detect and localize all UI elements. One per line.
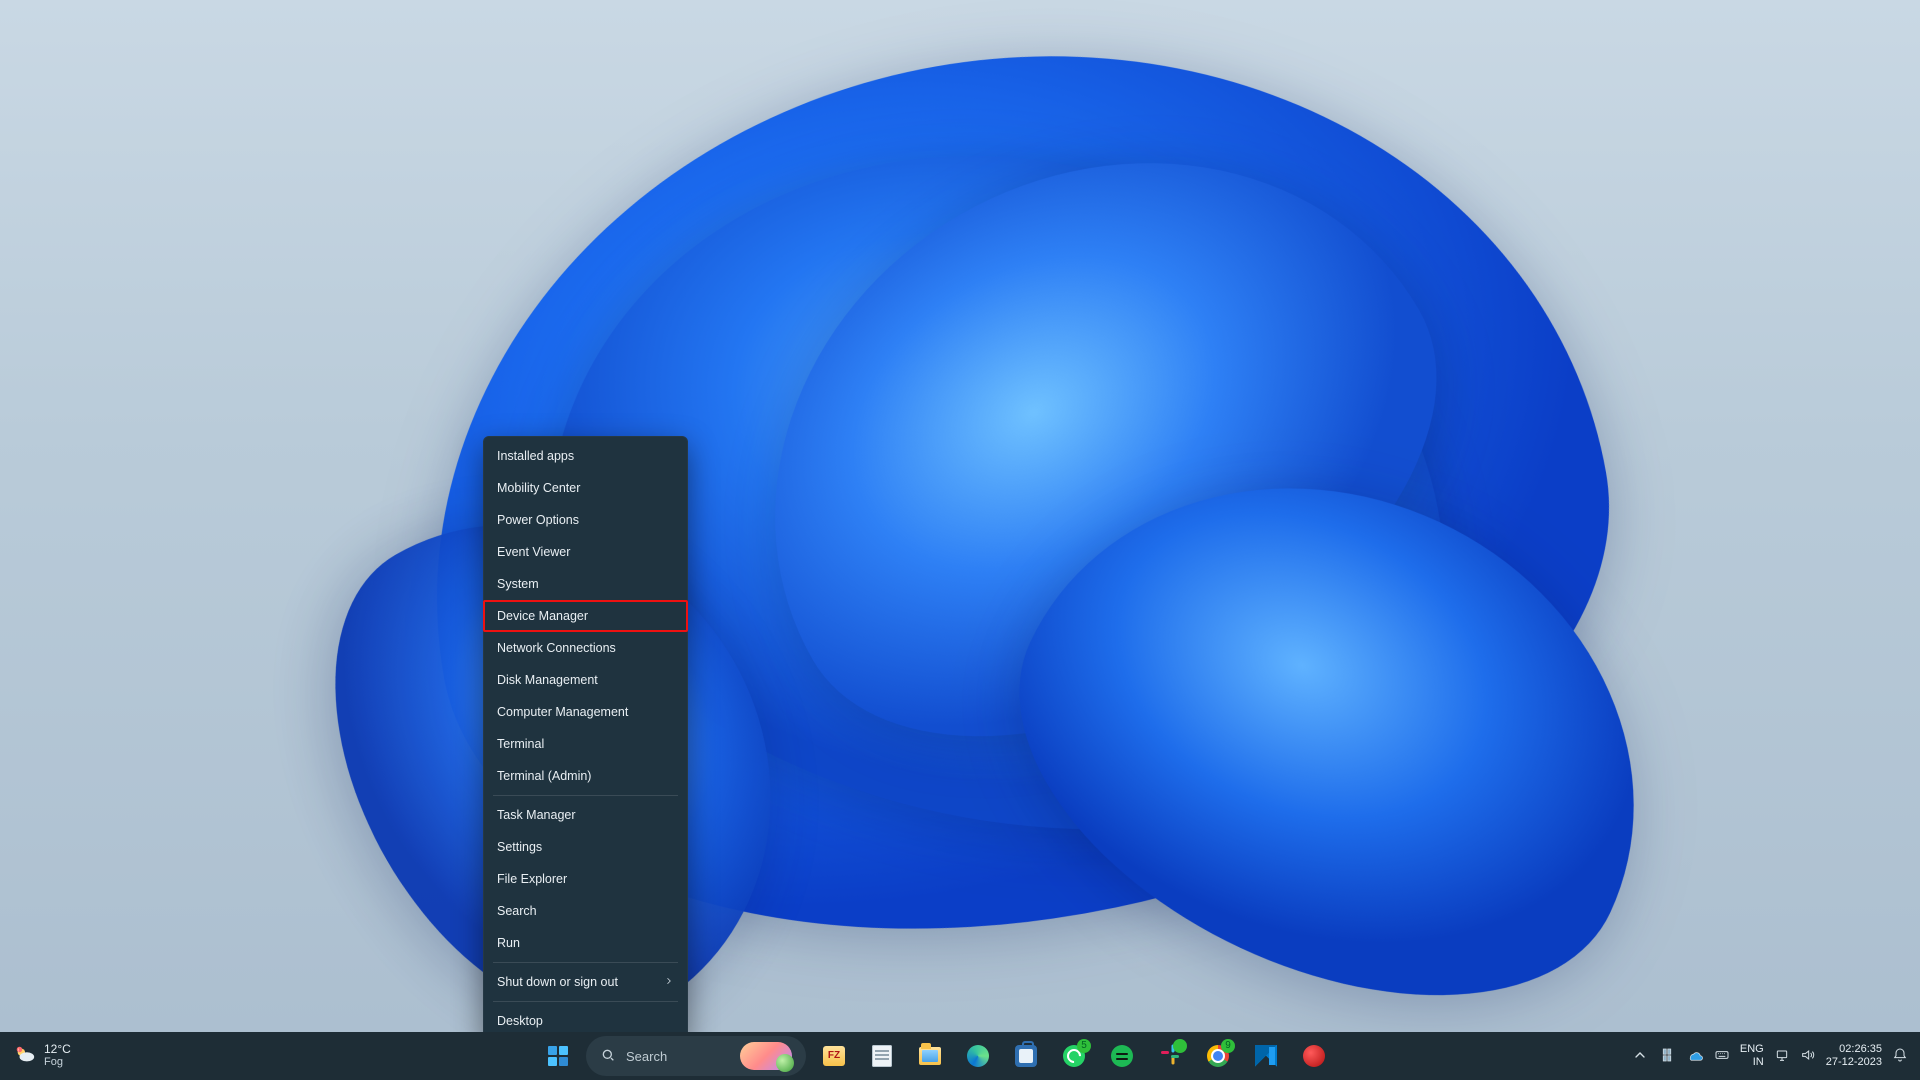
badge	[1173, 1039, 1187, 1053]
vscode-icon	[1255, 1045, 1277, 1067]
notifications-icon[interactable]	[1892, 1047, 1908, 1066]
winx-settings[interactable]: Settings	[483, 831, 688, 863]
winx-computer-management[interactable]: Computer Management	[483, 696, 688, 728]
widgets-button[interactable]: ! 12°C Fog	[6, 1036, 79, 1076]
winx-item-label: Task Manager	[497, 806, 576, 824]
whatsapp-button[interactable]: 5	[1054, 1036, 1094, 1076]
weather-temp: 12°C	[44, 1043, 71, 1056]
spotify-icon	[1111, 1045, 1133, 1067]
winx-item-label: System	[497, 575, 539, 593]
winx-item-label: Search	[497, 902, 537, 920]
winx-network-connections[interactable]: Network Connections	[483, 632, 688, 664]
start-icon	[548, 1046, 568, 1066]
winx-item-label: Settings	[497, 838, 542, 856]
edge-icon	[967, 1045, 989, 1067]
winx-item-label: Installed apps	[497, 447, 574, 465]
input-language-secondary: IN	[1740, 1056, 1764, 1069]
store-icon	[1015, 1045, 1037, 1067]
clock-button[interactable]: 02:26:35 27-12-2023	[1826, 1043, 1882, 1069]
winx-disk-management[interactable]: Disk Management	[483, 664, 688, 696]
badge: 5	[1077, 1039, 1091, 1053]
weather-condition: Fog	[44, 1056, 71, 1069]
start-button[interactable]	[538, 1036, 578, 1076]
winx-power-options[interactable]: Power Options	[483, 504, 688, 536]
winx-item-label: Computer Management	[497, 703, 628, 721]
winx-item-label: Terminal	[497, 735, 544, 753]
winx-event-viewer[interactable]: Event Viewer	[483, 536, 688, 568]
edge-button[interactable]	[958, 1036, 998, 1076]
search-icon	[600, 1047, 616, 1066]
store-button[interactable]	[1006, 1036, 1046, 1076]
winx-separator	[493, 795, 678, 796]
winx-item-label: File Explorer	[497, 870, 567, 888]
winx-system[interactable]: System	[483, 568, 688, 600]
settings-icon	[1350, 1043, 1374, 1070]
winx-file-explorer[interactable]: File Explorer	[483, 863, 688, 895]
network-icon[interactable]	[1774, 1047, 1790, 1066]
vscode-button[interactable]	[1246, 1036, 1286, 1076]
winx-mobility-center[interactable]: Mobility Center	[483, 472, 688, 504]
winx-item-label: Device Manager	[497, 607, 588, 625]
chrome-button[interactable]: 9	[1198, 1036, 1238, 1076]
fz-icon	[823, 1046, 845, 1066]
winx-menu: Installed apps Mobility Center Power Optio…	[483, 436, 688, 1041]
input-language-primary: ENG	[1740, 1043, 1764, 1056]
winx-item-label: Disk Management	[497, 671, 598, 689]
taskbar-search[interactable]: Search	[586, 1036, 806, 1076]
winx-installed-apps[interactable]: Installed apps	[483, 440, 688, 472]
winx-run[interactable]: Run	[483, 927, 688, 959]
winx-terminal[interactable]: Terminal	[483, 728, 688, 760]
filezilla-button[interactable]	[814, 1036, 854, 1076]
winx-separator	[493, 1001, 678, 1002]
red-icon	[1303, 1045, 1325, 1067]
file-explorer-button[interactable]	[910, 1036, 950, 1076]
winx-item-label: Network Connections	[497, 639, 616, 657]
notepad-icon	[872, 1045, 892, 1067]
winx-device-manager[interactable]: Device Manager	[483, 600, 688, 632]
volume-icon[interactable]	[1800, 1047, 1816, 1066]
winx-item-label: Terminal (Admin)	[497, 767, 591, 785]
badge: 9	[1221, 1039, 1235, 1053]
winx-task-manager[interactable]: Task Manager	[483, 799, 688, 831]
winx-item-label: Power Options	[497, 511, 579, 529]
search-placeholder: Search	[626, 1049, 667, 1064]
tray-chevron-up-icon[interactable]	[1632, 1047, 1648, 1066]
winx-item-label: Run	[497, 934, 520, 952]
svg-text:!: !	[18, 1047, 19, 1052]
winx-search[interactable]: Search	[483, 895, 688, 927]
input-language-button[interactable]: ENG IN	[1740, 1043, 1764, 1069]
wallpaper-bloom	[0, 0, 1920, 1080]
chevron-right-icon	[664, 973, 674, 991]
slack-button[interactable]	[1150, 1036, 1190, 1076]
explorer-icon	[919, 1047, 941, 1065]
search-highlight-art	[740, 1042, 792, 1070]
winx-separator	[493, 962, 678, 963]
winx-item-label: Desktop	[497, 1012, 543, 1030]
taskbar: ! 12°C Fog Search 5 9 ENG IN	[0, 1032, 1920, 1080]
onedrive-icon[interactable]	[1686, 1046, 1704, 1067]
spotify-button[interactable]	[1102, 1036, 1142, 1076]
winx-terminal-admin-[interactable]: Terminal (Admin)	[483, 760, 688, 792]
notepad-button[interactable]	[862, 1036, 902, 1076]
winx-shut-down-or-sign-out[interactable]: Shut down or sign out	[483, 966, 688, 998]
copilot-icon[interactable]	[1658, 1046, 1676, 1067]
winx-item-label: Event Viewer	[497, 543, 570, 561]
tray-date: 27-12-2023	[1826, 1056, 1882, 1069]
tray-time: 02:26:35	[1826, 1043, 1882, 1056]
settings-button[interactable]	[1342, 1036, 1382, 1076]
desktop[interactable]: Installed apps Mobility Center Power Optio…	[0, 0, 1920, 1080]
winx-item-label: Shut down or sign out	[497, 973, 618, 991]
weather-icon: !	[14, 1044, 36, 1069]
keyboard-icon[interactable]	[1714, 1047, 1730, 1066]
avira-button[interactable]	[1294, 1036, 1334, 1076]
winx-item-label: Mobility Center	[497, 479, 580, 497]
